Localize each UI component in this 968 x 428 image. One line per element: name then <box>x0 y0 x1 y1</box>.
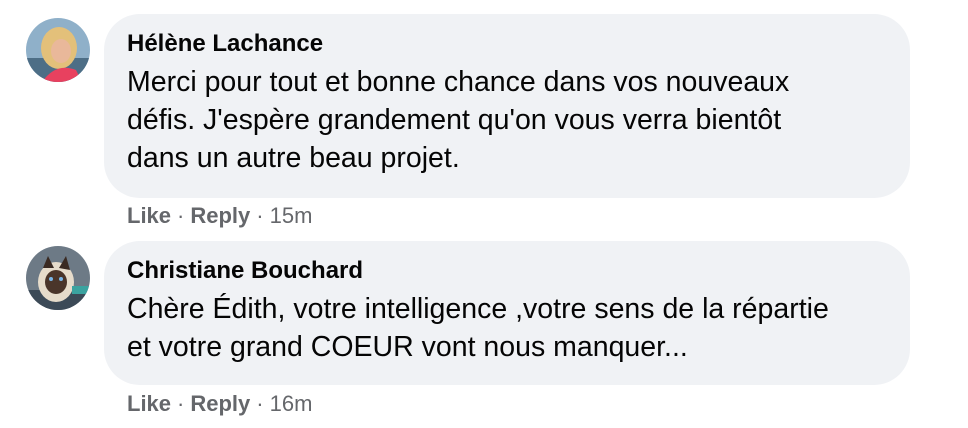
like-button[interactable]: Like <box>127 203 171 228</box>
separator: · <box>177 391 185 416</box>
comment-bubble: Hélène Lachance Merci pour tout et bonne… <box>104 14 910 198</box>
comment-bubble: Christiane Bouchard Chère Édith, votre i… <box>104 241 910 385</box>
separator: · <box>177 203 185 228</box>
reply-button[interactable]: Reply <box>190 203 250 228</box>
comment-author[interactable]: Hélène Lachance <box>127 30 886 58</box>
comment-timestamp[interactable]: 15m <box>270 203 313 228</box>
comment-author[interactable]: Christiane Bouchard <box>127 257 886 285</box>
comment-text-line: et votre grand COEUR vont nous manquer..… <box>127 331 688 363</box>
comment-actions: Like · Reply · 15m <box>127 203 312 229</box>
cropped-reaction-icon <box>220 0 260 4</box>
profile-photo-icon <box>26 18 90 82</box>
avatar[interactable] <box>26 18 90 82</box>
comment-text-line: Merci pour tout et bonne chance dans vos… <box>127 66 790 98</box>
comment-text: Chère Édith, votre intelligence ,votre s… <box>127 290 886 366</box>
comment-text-line: défis. J'espère grandement qu'on vous ve… <box>127 104 782 136</box>
separator: · <box>256 203 264 228</box>
comments-thread: Hélène Lachance Merci pour tout et bonne… <box>0 0 968 428</box>
comment-actions: Like · Reply · 16m <box>127 391 312 417</box>
reply-button[interactable]: Reply <box>190 391 250 416</box>
comment-timestamp[interactable]: 16m <box>270 391 313 416</box>
comment-text-line: dans un autre beau projet. <box>127 142 460 174</box>
like-button[interactable]: Like <box>127 391 171 416</box>
profile-photo-icon <box>26 246 90 310</box>
comment-text-line: Chère Édith, votre intelligence ,votre s… <box>127 293 829 325</box>
separator: · <box>256 391 264 416</box>
comment-text: Merci pour tout et bonne chance dans vos… <box>127 63 886 177</box>
avatar[interactable] <box>26 246 90 310</box>
